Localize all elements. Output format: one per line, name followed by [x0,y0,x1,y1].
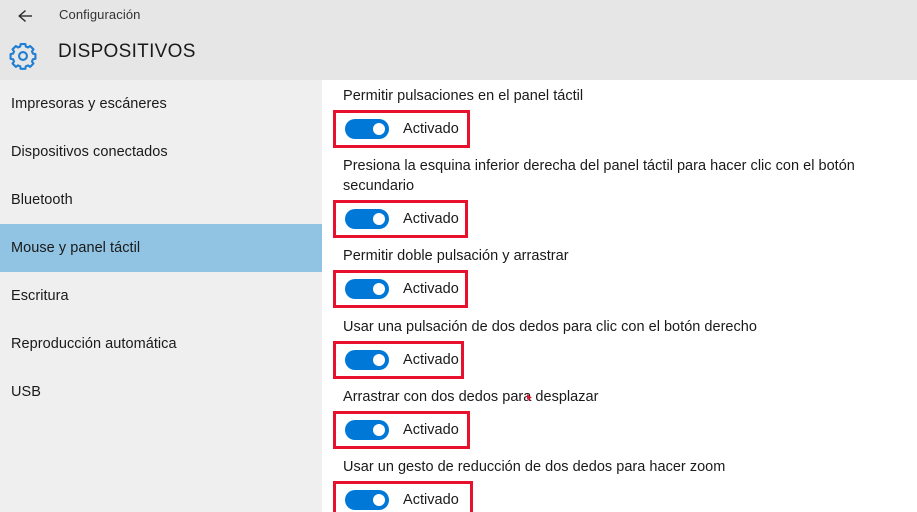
settings-content: Permitir pulsaciones en el panel táctil … [322,80,917,512]
setting-label: Arrastrar con dos dedos para desplazar [343,389,599,405]
title-bar: Configuración [0,0,917,32]
setting-label: Presiona la esquina inferior derecha del… [343,158,855,194]
setting-row: Usar un gesto de reducción de dos dedos … [322,457,917,512]
setting-label: Permitir doble pulsación y arrastrar [343,248,569,264]
app-title: Configuración [59,7,141,22]
setting-row: Permitir doble pulsación y arrastrar Act… [322,246,917,310]
sidebar-item-label: Bluetooth [11,192,73,208]
sidebar-item-autoplay[interactable]: Reproducción automática [0,320,322,368]
toggle-highlight-box: Activado [333,411,470,449]
sidebar-item-typing[interactable]: Escritura [0,272,322,320]
page-header: DISPOSITIVOS [0,38,917,80]
toggle-state-label: Activado [403,121,459,137]
toggle-highlight-box: Activado [333,200,468,238]
setting-label: Usar una pulsación de dos dedos para cli… [343,319,757,335]
toggle-state-label: Activado [403,492,459,508]
settings-window: Configuración DISPOSITIVOS Impresoras y … [0,0,917,512]
page-title: DISPOSITIVOS [58,41,196,62]
sidebar-item-label: Dispositivos conectados [11,144,168,160]
toggle-switch-two-finger-scroll[interactable] [345,420,389,440]
setting-row: Presiona la esquina inferior derecha del… [322,156,917,240]
sidebar-item-mouse-touchpad[interactable]: Mouse y panel táctil [0,224,322,272]
toggle-state-label: Activado [403,422,459,438]
sidebar-item-label: USB [11,384,41,400]
toggle-switch-double-tap-drag[interactable] [345,279,389,299]
toggle-switch-right-click-corner[interactable] [345,209,389,229]
gear-icon [8,41,38,71]
sidebar-item-printers[interactable]: Impresoras y escáneres [0,80,322,128]
sidebar-item-label: Impresoras y escáneres [11,96,167,112]
sidebar-item-usb[interactable]: USB [0,368,322,416]
toggle-state-label: Activado [403,211,459,227]
toggle-highlight-box: Activado [333,110,470,148]
toggle-highlight-box: Activado [333,341,464,379]
toggle-highlight-box: Activado [333,481,473,512]
toggle-switch-two-finger-right-click[interactable] [345,350,389,370]
sidebar-item-label: Reproducción automática [11,336,177,352]
back-arrow-icon [16,8,36,24]
back-button[interactable] [8,2,44,30]
toggle-knob [373,283,385,295]
setting-row: Usar una pulsación de dos dedos para cli… [322,317,917,381]
toggle-knob [373,213,385,225]
sidebar-item-bluetooth[interactable]: Bluetooth [0,176,322,224]
toggle-state-label: Activado [403,352,459,368]
toggle-knob [373,123,385,135]
window-header: Configuración DISPOSITIVOS [0,0,917,80]
toggle-state-label: Activado [403,281,459,297]
toggle-knob [373,424,385,436]
sidebar-item-connected-devices[interactable]: Dispositivos conectados [0,128,322,176]
toggle-knob [373,494,385,506]
toggle-highlight-box: Activado [333,270,468,308]
sidebar-item-label: Escritura [11,288,69,304]
sidebar-navigation: Impresoras y escáneres Dispositivos cone… [0,80,322,512]
toggle-switch-tap-to-click[interactable] [345,119,389,139]
setting-label: Usar un gesto de reducción de dos dedos … [343,459,726,475]
setting-label: Permitir pulsaciones en el panel táctil [343,88,584,104]
toggle-knob [373,354,385,366]
sidebar-item-label: Mouse y panel táctil [11,240,141,256]
setting-row: Arrastrar con dos dedos para desplazar A… [322,387,917,451]
toggle-switch-pinch-zoom[interactable] [345,490,389,510]
setting-row: Permitir pulsaciones en el panel táctil … [322,86,917,150]
